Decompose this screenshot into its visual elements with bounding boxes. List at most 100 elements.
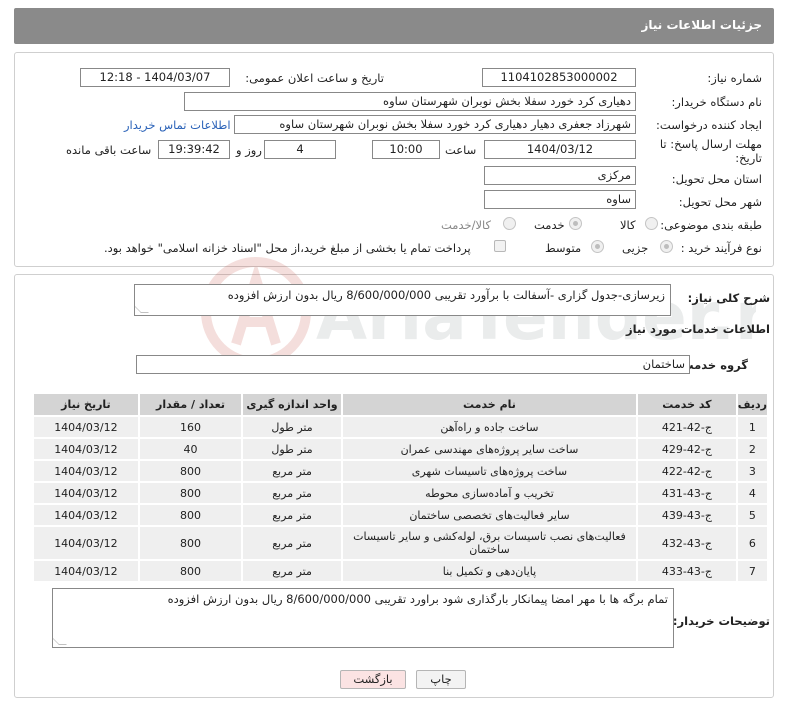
resize-grip-icon[interactable]	[135, 305, 149, 313]
buyer-notes-textarea[interactable]: تمام برگه ها با مهر امضا پیمانکار بارگذا…	[52, 588, 674, 648]
row-index: 2	[735, 437, 770, 461]
payment-note: پرداخت تمام یا بخشی از مبلغ خرید،از محل …	[104, 241, 471, 255]
service-code: ج-42-429	[636, 437, 738, 461]
announce-datetime-field[interactable]: 1404/03/07 - 12:18	[80, 68, 230, 87]
category-option-goods: کالا	[620, 218, 636, 232]
category-option-goods-service: کالا/خدمت	[441, 218, 492, 232]
row-index: 3	[735, 459, 770, 483]
table-row[interactable]: 3 ج-42-422 ساخت پروژه‌های تاسیسات شهری م…	[32, 459, 770, 483]
service-name: ساخت پروژه‌های تاسیسات شهری	[340, 459, 639, 483]
need-number-label: شماره نیاز:	[707, 71, 762, 85]
province-label: استان محل تحویل:	[671, 172, 762, 186]
deadline-time-field[interactable]: 10:00	[372, 140, 440, 159]
need-number-field[interactable]: 1104102853000002	[482, 68, 636, 87]
quantity: 800	[137, 503, 244, 527]
unit: متر طول	[241, 437, 343, 461]
need-date: 1404/03/12	[32, 503, 140, 527]
resize-grip-icon[interactable]	[53, 637, 67, 645]
unit: متر طول	[241, 415, 343, 439]
process-option-medium: متوسط	[545, 241, 582, 255]
days-field[interactable]: 4	[264, 140, 336, 159]
quantity: 40	[137, 437, 244, 461]
province-field[interactable]: مرکزی	[484, 166, 636, 185]
service-code: ج-42-421	[636, 415, 738, 439]
buyer-contact-link[interactable]: اطلاعات تماس خریدار	[124, 118, 231, 132]
treasury-checkbox[interactable]	[494, 240, 506, 252]
deadline-date-field[interactable]: 1404/03/12	[484, 140, 636, 159]
col-row-number: ردیف	[735, 392, 770, 417]
row-index: 6	[735, 525, 770, 561]
category-radio-service[interactable]	[569, 217, 582, 230]
service-group-field[interactable]: ساختمان	[136, 355, 690, 374]
row-index: 7	[735, 559, 770, 583]
need-date: 1404/03/12	[32, 415, 140, 439]
deadline-label-2: تاریخ:	[735, 151, 762, 165]
process-option-minor: جزیی	[622, 241, 649, 255]
table-header-row: ردیف کد خدمت نام خدمت واحد اندازه گیری ت…	[32, 392, 770, 417]
service-name: ساخت جاده و راه‌آهن	[340, 415, 639, 439]
unit: متر مربع	[241, 525, 343, 561]
need-date: 1404/03/12	[32, 437, 140, 461]
process-label: نوع فرآیند خرید :	[680, 241, 762, 255]
need-date: 1404/03/12	[32, 525, 140, 561]
print-button[interactable]: چاپ	[416, 670, 466, 689]
unit: متر مربع	[241, 503, 343, 527]
row-index: 4	[735, 481, 770, 505]
row-index: 1	[735, 415, 770, 439]
col-unit: واحد اندازه گیری	[241, 392, 343, 417]
service-code: ج-43-433	[636, 559, 738, 583]
quantity: 800	[137, 481, 244, 505]
unit: متر مربع	[241, 559, 343, 583]
time-label: ساعت	[445, 143, 477, 157]
summary-textarea[interactable]: زیرسازی-جدول گزاری -آسفالت با برآورد تقر…	[134, 284, 671, 316]
city-field[interactable]: ساوه	[484, 190, 636, 209]
table-row[interactable]: 2 ج-42-429 ساخت سایر پروژه‌های مهندسی عم…	[32, 437, 770, 461]
category-label: طبقه بندی موضوعی:	[660, 218, 762, 232]
table-row[interactable]: 7 ج-43-433 پایان‌دهی و تکمیل بنا متر مرب…	[32, 559, 770, 583]
col-need-date: تاریخ نیاز	[32, 392, 140, 417]
table-row[interactable]: 5 ج-43-439 سایر فعالیت‌های تخصصی ساختمان…	[32, 503, 770, 527]
unit: متر مربع	[241, 481, 343, 505]
quantity: 160	[137, 415, 244, 439]
service-name: ساخت سایر پروژه‌های مهندسی عمران	[340, 437, 639, 461]
city-label: شهر محل تحویل:	[678, 195, 762, 209]
service-code: ج-43-439	[636, 503, 738, 527]
remaining-time-field[interactable]: 19:39:42	[158, 140, 230, 159]
announce-label: تاریخ و ساعت اعلان عمومی:	[245, 71, 384, 85]
service-code: ج-43-431	[636, 481, 738, 505]
buyer-notes-label: توضیحات خریدار:	[672, 614, 770, 628]
back-button[interactable]: بازگشت	[340, 670, 406, 689]
quantity: 800	[137, 559, 244, 583]
category-radio-goods[interactable]	[645, 217, 658, 230]
service-name: فعالیت‌های نصب تاسیسات برق، لوله‌کشی و س…	[340, 525, 639, 561]
summary-label: شرح کلی نیاز:	[687, 291, 770, 305]
col-quantity: تعداد / مقدار	[137, 392, 244, 417]
category-radio-goods-service[interactable]	[503, 217, 516, 230]
process-radio-medium[interactable]	[591, 240, 604, 253]
services-title: اطلاعات خدمات مورد نیاز	[626, 322, 770, 336]
service-name: سایر فعالیت‌های تخصصی ساختمان	[340, 503, 639, 527]
category-option-service: خدمت	[534, 218, 565, 232]
service-code: ج-42-422	[636, 459, 738, 483]
buyer-org-field[interactable]: دهیاری کرد خورد سفلا بخش نوبران شهرستان …	[184, 92, 636, 111]
summary-text: زیرسازی-جدول گزاری -آسفالت با برآورد تقر…	[227, 288, 665, 302]
table-row[interactable]: 6 ج-43-432 فعالیت‌های نصب تاسیسات برق، ل…	[32, 525, 770, 561]
need-date: 1404/03/12	[32, 459, 140, 483]
page-header: جزئیات اطلاعات نیاز	[14, 8, 774, 44]
remaining-label: ساعت باقی مانده	[66, 143, 152, 157]
process-radio-minor[interactable]	[660, 240, 673, 253]
days-label: روز و	[236, 143, 262, 157]
row-index: 5	[735, 503, 770, 527]
quantity: 800	[137, 459, 244, 483]
table-row[interactable]: 1 ج-42-421 ساخت جاده و راه‌آهن متر طول 1…	[32, 415, 770, 439]
creator-label: ایجاد کننده درخواست:	[656, 118, 762, 132]
unit: متر مربع	[241, 459, 343, 483]
col-service-code: کد خدمت	[636, 392, 738, 417]
page-title: جزئیات اطلاعات نیاز	[641, 18, 762, 32]
buyer-org-label: نام دستگاه خریدار:	[671, 95, 762, 109]
deadline-label: مهلت ارسال پاسخ: تا	[659, 137, 762, 151]
creator-field[interactable]: شهرزاد جعفری دهیار دهیاری کرد خورد سفلا …	[234, 115, 636, 134]
service-code: ج-43-432	[636, 525, 738, 561]
table-row[interactable]: 4 ج-43-431 تخریب و آماده‌سازی محوطه متر …	[32, 481, 770, 505]
buyer-notes-text: تمام برگه ها با مهر امضا پیمانکار بارگذا…	[167, 592, 668, 606]
